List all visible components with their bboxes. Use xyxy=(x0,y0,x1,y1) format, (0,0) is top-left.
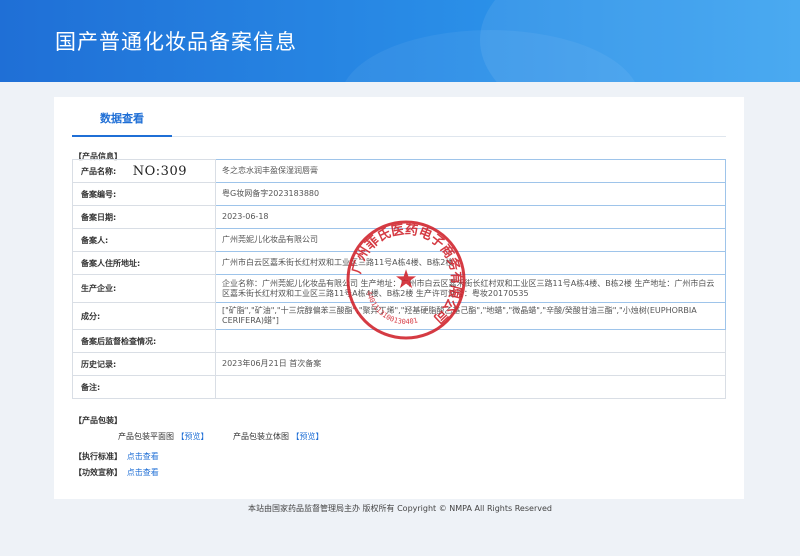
packaging-flat: 产品包装平面图 【预览】 xyxy=(118,431,209,442)
row-value: 粤G妆网备字2023183880 xyxy=(215,182,726,206)
packaging-label: 【产品包装】 xyxy=(74,416,122,425)
row-label: 备案后监督检查情况: xyxy=(72,329,216,353)
table-row: 产品名称: NO:309 冬之恋水润丰盈保湿润唇膏 xyxy=(72,159,726,183)
row-value xyxy=(215,375,726,399)
efficacy-row: 【功效宣称】 点击查看 xyxy=(74,467,159,478)
row-label: 成分: xyxy=(72,302,216,330)
header-banner: 国产普通化妆品备案信息 xyxy=(0,0,800,82)
product-info-table: 产品名称: NO:309 冬之恋水润丰盈保湿润唇膏 备案编号: 粤G妆网备字20… xyxy=(72,159,726,399)
row-value: 2023年06月21日 首次备案 xyxy=(215,352,726,376)
table-row: 备案人住所地址: 广州市白云区嘉禾街长红村双和工业区三路11号A栋4楼、B栋2楼 xyxy=(72,251,726,275)
table-row: 成分: ["矿脂","矿油","十三烷醇偏苯三酸酯","聚异丁烯","羟基硬脂酸… xyxy=(72,302,726,330)
row-value: ["矿脂","矿油","十三烷醇偏苯三酸酯","聚异丁烯","羟基硬脂酸乙基己酯… xyxy=(215,302,726,330)
tab-data-view[interactable]: 数据查看 xyxy=(72,97,172,137)
packaging-solid-preview-link[interactable]: 【预览】 xyxy=(292,432,324,441)
table-row: 备案后监督检查情况: xyxy=(72,329,726,353)
efficacy-view-link[interactable]: 点击查看 xyxy=(127,468,159,477)
packaging-flat-label: 产品包装平面图 xyxy=(118,432,174,441)
row-value: 企业名称：广州莞妮儿化妆品有限公司 生产地址：广州市白云区嘉禾街长红村双和工业区… xyxy=(215,274,726,303)
content-panel: 数据查看 【产品信息】 产品名称: NO:309 冬之恋水润丰盈保湿润唇膏 备案… xyxy=(54,97,744,499)
standard-row: 【执行标准】 点击查看 xyxy=(74,451,159,462)
row-label: 历史记录: xyxy=(72,352,216,376)
table-row: 备注: xyxy=(72,375,726,399)
row-label: 备案日期: xyxy=(72,205,216,229)
footer: 本站由国家药品监督管理局主办 版权所有 Copyright © NMPA All… xyxy=(248,504,552,513)
table-row: 历史记录: 2023年06月21日 首次备案 xyxy=(72,352,726,376)
table-row: 备案编号: 粤G妆网备字2023183880 xyxy=(72,182,726,206)
standard-view-link[interactable]: 点击查看 xyxy=(127,452,159,461)
table-row: 备案人: 广州莞妮儿化妆品有限公司 xyxy=(72,228,726,252)
standard-label: 【执行标准】 xyxy=(74,452,122,461)
tab-bar: 数据查看 xyxy=(72,97,726,137)
row-value: 广州市白云区嘉禾街长红村双和工业区三路11号A栋4楼、B栋2楼 xyxy=(215,251,726,275)
packaging-flat-preview-link[interactable]: 【预览】 xyxy=(177,432,209,441)
row-value xyxy=(215,329,726,353)
row-label: 生产企业: xyxy=(72,274,216,303)
row-value: 2023-06-18 xyxy=(215,205,726,229)
efficacy-label: 【功效宣称】 xyxy=(74,468,122,477)
table-row: 生产企业: 企业名称：广州莞妮儿化妆品有限公司 生产地址：广州市白云区嘉禾街长红… xyxy=(72,274,726,303)
row-label: 产品名称: xyxy=(81,166,117,176)
row-value: 广州莞妮儿化妆品有限公司 xyxy=(215,228,726,252)
row-label: 备注: xyxy=(72,375,216,399)
packaging-solid: 产品包装立体图 【预览】 xyxy=(233,431,324,442)
row-label: 备案编号: xyxy=(72,182,216,206)
row-label: 备案人住所地址: xyxy=(72,251,216,275)
page-title: 国产普通化妆品备案信息 xyxy=(55,30,297,54)
handwritten-annotation: NO:309 xyxy=(132,163,187,179)
table-row: 备案日期: 2023-06-18 xyxy=(72,205,726,229)
row-label: 备案人: xyxy=(72,228,216,252)
packaging-solid-label: 产品包装立体图 xyxy=(233,432,289,441)
row-value: 冬之恋水润丰盈保湿润唇膏 xyxy=(215,159,726,183)
